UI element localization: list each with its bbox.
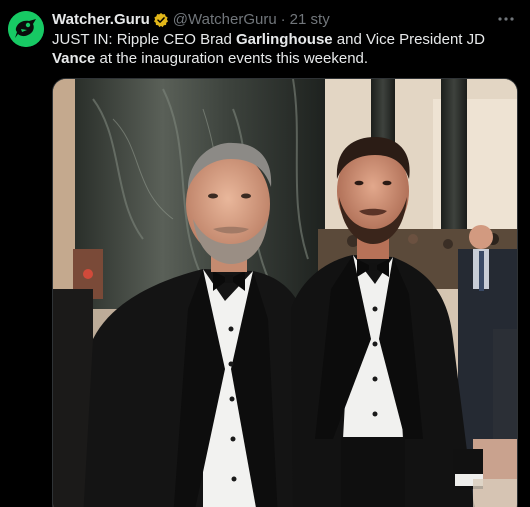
- tweet-text-bold: Garlinghouse: [235, 31, 333, 48]
- separator-dot: ·: [280, 11, 286, 28]
- verified-badge-icon: [153, 12, 169, 28]
- tweet-text: JUST IN: Ripple CEO Brad Garlinghouse an…: [52, 30, 524, 68]
- tweet-text-part: JUST IN: Ripple CEO Brad: [52, 31, 236, 48]
- tweet-text-part: and Vice President JD: [332, 31, 485, 48]
- display-name[interactable]: Watcher.Guru: [52, 10, 150, 30]
- photo-image: [53, 79, 517, 507]
- watcher-guru-logo-icon: [8, 11, 44, 47]
- more-options-icon[interactable]: [496, 9, 516, 29]
- avatar[interactable]: [8, 11, 44, 47]
- tweet-text-part: at the inauguration events this weekend.: [95, 50, 369, 67]
- timestamp[interactable]: 21 sty: [290, 10, 330, 30]
- tweet-text-bold: Vance: [52, 50, 96, 67]
- tweet[interactable]: Watcher.Guru @WatcherGuru · 21 sty JUST …: [0, 0, 530, 507]
- tweet-header: Watcher.Guru @WatcherGuru · 21 sty: [52, 10, 490, 30]
- tweet-photo[interactable]: [52, 78, 518, 507]
- handle[interactable]: @WatcherGuru: [173, 10, 277, 30]
